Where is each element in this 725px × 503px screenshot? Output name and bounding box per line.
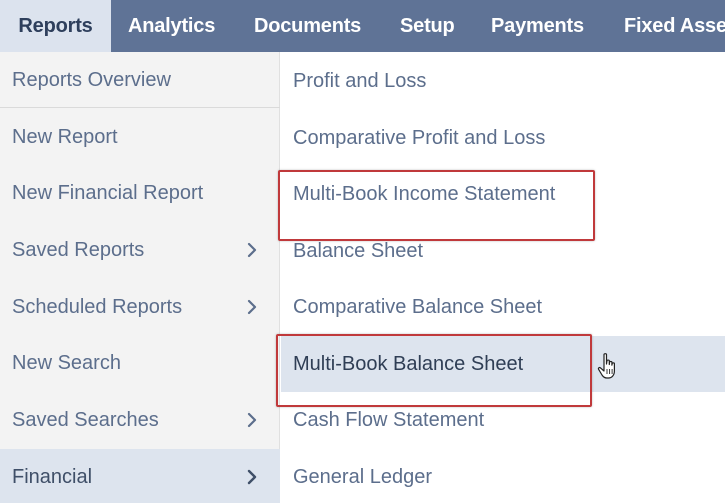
menu-item-label: Reports Overview [12, 69, 171, 91]
annotation-box-balance-sheet [276, 334, 592, 407]
menu-item-label: Scheduled Reports [12, 296, 183, 318]
submenu-item-comparative-profit-and-loss[interactable]: Comparative Profit and Loss [281, 110, 725, 166]
menu-item-label: Saved Searches [12, 409, 159, 431]
menu-item-label: New Financial Report [12, 182, 204, 204]
top-nav-bar: Reports Analytics Documents Setup Paymen… [0, 0, 725, 52]
tab-setup[interactable]: Setup [400, 0, 455, 52]
chevron-right-icon [243, 468, 261, 486]
chevron-right-icon [243, 298, 261, 316]
submenu-item-label: Comparative Balance Sheet [293, 296, 543, 318]
menu-item-label: New Search [12, 352, 121, 374]
menu-item-new-financial-report[interactable]: New Financial Report [0, 165, 280, 221]
submenu-item-label: Comparative Profit and Loss [293, 127, 546, 149]
hand-pointer-cursor-icon [597, 352, 619, 380]
menu-item-scheduled-reports[interactable]: Scheduled Reports [0, 279, 280, 335]
menu-item-label: New Report [12, 126, 118, 148]
submenu-item-general-ledger[interactable]: General Ledger [281, 449, 725, 503]
submenu-item-label: General Ledger [293, 466, 432, 488]
submenu-item-label: Cash Flow Statement [293, 409, 485, 431]
menu-item-label: Financial [12, 466, 93, 488]
tab-fixed-assets[interactable]: Fixed Asse [624, 0, 725, 52]
tab-documents[interactable]: Documents [254, 0, 361, 52]
chevron-right-icon [243, 241, 261, 259]
menu-item-new-search[interactable]: New Search [0, 335, 280, 391]
menu-item-saved-searches[interactable]: Saved Searches [0, 392, 280, 448]
submenu-item-label: Balance Sheet [293, 240, 424, 262]
menu-item-new-report[interactable]: New Report [0, 109, 280, 165]
submenu-item-profit-and-loss[interactable]: Profit and Loss [281, 53, 725, 109]
submenu-item-comparative-balance-sheet[interactable]: Comparative Balance Sheet [281, 279, 725, 335]
tab-reports[interactable]: Reports [0, 0, 111, 52]
menu-item-label: Saved Reports [12, 239, 145, 261]
chevron-right-icon [243, 411, 261, 429]
menu-item-reports-overview[interactable]: Reports Overview [0, 52, 280, 108]
tab-analytics[interactable]: Analytics [128, 0, 215, 52]
financial-submenu: Profit and Loss Comparative Profit and L… [281, 52, 725, 503]
menu-item-financial[interactable]: Financial [0, 449, 280, 503]
reports-dropdown-menu: Reports Overview New Report New Financia… [0, 52, 280, 503]
submenu-item-label: Profit and Loss [293, 70, 427, 92]
tab-payments[interactable]: Payments [491, 0, 584, 52]
menu-item-saved-reports[interactable]: Saved Reports [0, 222, 280, 278]
annotation-box-income-statement [278, 170, 595, 241]
